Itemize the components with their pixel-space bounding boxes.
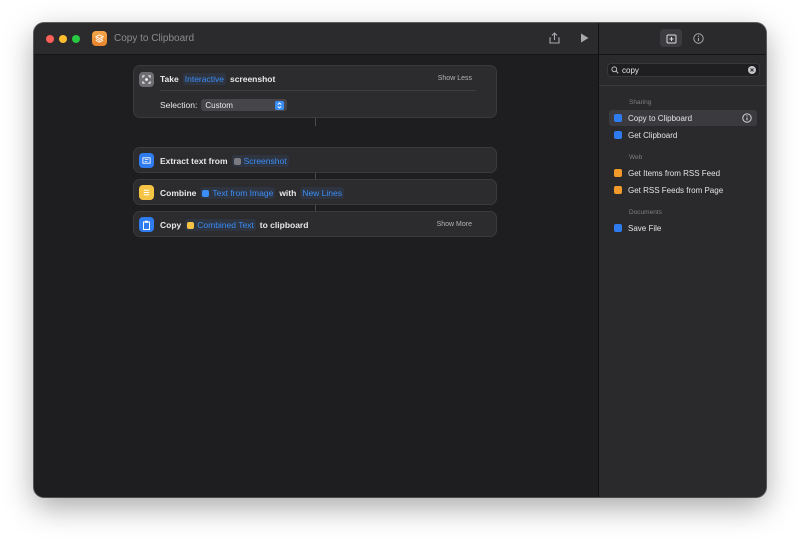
screenshot-token[interactable]: Screenshot: [231, 155, 289, 167]
action-verb: Combine: [160, 188, 197, 198]
chevron-up-down-icon: [275, 100, 285, 110]
clipboard-icon: [139, 217, 154, 232]
action-verb: Extract text from: [160, 156, 228, 166]
document-icon: [614, 224, 622, 232]
selection-value: Custom: [205, 100, 233, 110]
action-item-copy-to-clipboard[interactable]: Copy to Clipboard: [609, 110, 757, 126]
combine-text-action[interactable]: Combine Text from Image with New Lines: [133, 179, 497, 205]
action-item-label: Copy to Clipboard: [628, 113, 693, 123]
connector: [315, 118, 316, 126]
action-item-get-items-from-rss-feed[interactable]: Get Items from RSS Feed: [609, 165, 757, 181]
section-header-web: Web: [629, 154, 643, 161]
rss-icon: [614, 186, 622, 194]
action-suffix: to clipboard: [259, 220, 309, 230]
action-item-label: Get Clipboard: [628, 130, 678, 140]
clear-search-icon[interactable]: [748, 66, 756, 74]
divider: [599, 85, 766, 86]
screenshot-icon: [139, 72, 154, 87]
share-icon[interactable]: [546, 30, 562, 46]
extract-text-action[interactable]: Extract text from Screenshot: [133, 147, 497, 173]
search-input[interactable]: [622, 64, 742, 76]
selection-label: Selection:: [160, 100, 198, 110]
shortcuts-window: Copy to Clipboard Take Interactive scree…: [34, 23, 766, 497]
section-header-documents: Documents: [629, 209, 662, 216]
minimize-button[interactable]: [59, 35, 67, 43]
action-item-label: Get Items from RSS Feed: [628, 168, 721, 178]
combined-text-variable-icon: [187, 222, 195, 230]
action-verb: Take: [160, 74, 179, 84]
take-screenshot-action[interactable]: Take Interactive screenshot Show Less Se…: [133, 65, 497, 118]
token-label: Screenshot: [243, 156, 287, 166]
title-bar: Copy to Clipboard: [34, 23, 598, 55]
action-item-save-file[interactable]: Save File: [609, 220, 757, 236]
close-button[interactable]: [46, 35, 54, 43]
token-label: Text from Image: [212, 188, 274, 198]
selection-dropdown[interactable]: Custom: [201, 99, 288, 111]
action-library-sidebar: Sharing Copy to Clipboard Get Clipboard …: [598, 23, 766, 497]
with-label: with: [279, 188, 297, 198]
list-icon: [139, 185, 154, 200]
rss-icon: [614, 169, 622, 177]
editor-canvas[interactable]: Take Interactive screenshot Show Less Se…: [34, 55, 598, 497]
clipboard-icon: [614, 131, 622, 139]
zoom-button[interactable]: [72, 35, 80, 43]
text-scan-icon: [139, 153, 154, 168]
clipboard-icon: [614, 114, 622, 122]
token-label: Combined Text: [197, 220, 254, 230]
action-library-icon: [666, 34, 676, 43]
action-item-label: Get RSS Feeds from Page: [628, 185, 724, 195]
info-icon[interactable]: [742, 113, 752, 123]
show-more-button[interactable]: Show More: [437, 221, 472, 228]
separator-token[interactable]: New Lines: [300, 187, 344, 199]
info-tab[interactable]: [691, 31, 705, 45]
screenshot-variable-icon: [233, 158, 241, 166]
combined-text-token[interactable]: Combined Text: [185, 219, 256, 231]
text-variable-icon: [202, 190, 210, 198]
action-verb: Copy: [160, 220, 182, 230]
action-item-label: Save File: [628, 223, 662, 233]
info-icon: [692, 32, 704, 44]
section-header-sharing: Sharing: [629, 99, 652, 106]
sidebar-toolbar: [599, 23, 766, 55]
search-icon: [611, 66, 619, 74]
search-bar[interactable]: [607, 63, 760, 77]
run-button[interactable]: [576, 30, 592, 46]
action-item-get-rss-feeds-from-page[interactable]: Get RSS Feeds from Page: [609, 182, 757, 198]
action-item-get-clipboard[interactable]: Get Clipboard: [609, 127, 757, 143]
divider: [160, 90, 476, 91]
copy-to-clipboard-action[interactable]: Copy Combined Text to clipboard Show Mor…: [133, 211, 497, 237]
mode-token[interactable]: Interactive: [182, 73, 226, 85]
text-token[interactable]: Text from Image: [200, 187, 276, 199]
shortcut-icon[interactable]: [92, 31, 107, 46]
show-less-button[interactable]: Show Less: [438, 75, 472, 82]
action-noun: screenshot: [229, 74, 276, 84]
library-tab[interactable]: [660, 29, 682, 47]
window-title: Copy to Clipboard: [114, 33, 195, 44]
